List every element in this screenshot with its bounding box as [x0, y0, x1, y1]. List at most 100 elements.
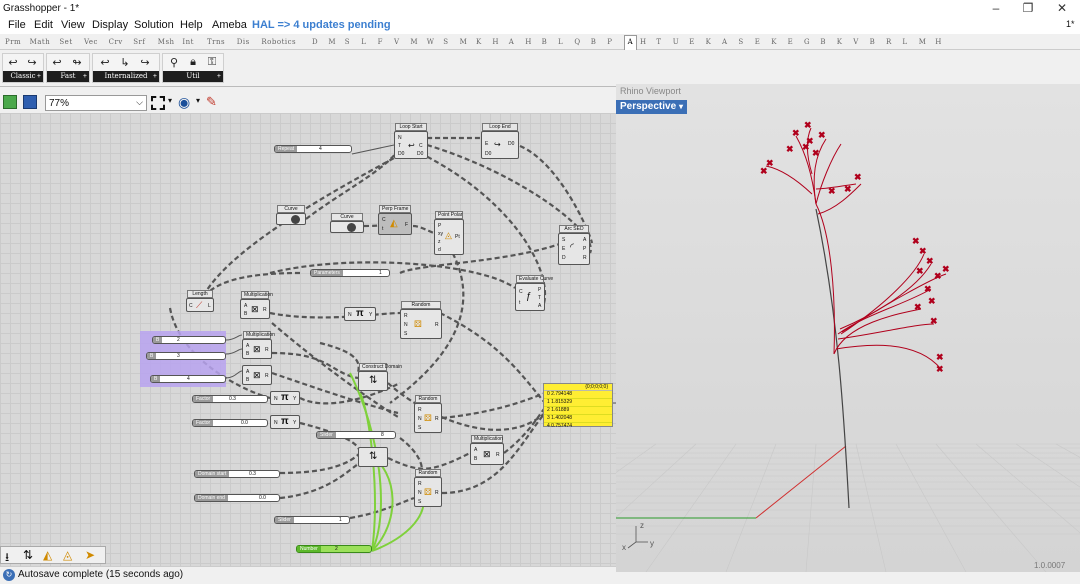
tab-24[interactable]: H [525, 38, 532, 46]
tab-43[interactable]: K [837, 38, 843, 46]
perp-frame-component[interactable]: Perp Frame C t F ◭ [378, 205, 412, 235]
random-component-3[interactable]: Random R N S R ⚄ [414, 469, 442, 507]
save-file-icon[interactable] [23, 95, 37, 109]
tab-4[interactable]: Crv [109, 38, 123, 46]
tab-0[interactable]: Prm [5, 38, 21, 46]
tab-30[interactable]: A [623, 35, 638, 50]
tab-28[interactable]: B [591, 38, 597, 46]
pi-component-3[interactable]: N Y π [270, 415, 300, 429]
eye-icon[interactable]: ◉ [178, 94, 190, 111]
tab-13[interactable]: S [345, 38, 350, 46]
curve-param-1[interactable]: Curve [276, 205, 306, 225]
tab-47[interactable]: L [902, 38, 907, 46]
tab-42[interactable]: B [820, 38, 826, 46]
menu-view[interactable]: View [61, 19, 85, 31]
arrow-icon[interactable]: ➤ [85, 548, 95, 562]
tab-18[interactable]: W [427, 38, 435, 46]
tab-12[interactable]: M [328, 38, 336, 46]
loop-end-icon[interactable]: ↪ [24, 56, 40, 70]
factor-slider-1[interactable]: Factor 0.3 [192, 395, 268, 403]
tab-20[interactable]: M [460, 38, 468, 46]
tab-34[interactable]: E [689, 38, 695, 46]
repeat-slider[interactable]: Repeat 4 [274, 145, 352, 153]
random-component-1[interactable]: Random R N S R ⚄ [400, 301, 442, 339]
tab-27[interactable]: Q [574, 38, 580, 46]
b-slider-3[interactable]: B 4 [150, 375, 226, 383]
tab-38[interactable]: E [755, 38, 761, 46]
tab-44[interactable]: V [853, 38, 859, 46]
number-slider[interactable]: Number 2 [296, 545, 372, 553]
tab-8[interactable]: Trns [207, 38, 225, 46]
tab-45[interactable]: B [870, 38, 876, 46]
internalized-start-icon[interactable]: ↩ [97, 56, 113, 70]
tab-23[interactable]: A [509, 38, 515, 46]
internalized-mid-icon[interactable]: ↳ [117, 56, 133, 70]
tab-21[interactable]: K [476, 38, 482, 46]
internalized-end-icon[interactable]: ↪ [137, 56, 153, 70]
sketch-pen-icon[interactable]: ✎ [206, 94, 217, 110]
tab-14[interactable]: L [361, 38, 366, 46]
lock-icon[interactable]: 🔒︎ [185, 56, 201, 70]
dropdown-icon[interactable]: ▾ [196, 96, 200, 105]
point-icon[interactable]: ◬ [63, 548, 72, 562]
domain-start-slider[interactable]: Domain start 0.3 [194, 470, 280, 478]
length-component[interactable]: Length C L ⟋ [186, 290, 214, 312]
tab-37[interactable]: S [738, 38, 743, 46]
tab-3[interactable]: Vec [84, 38, 98, 46]
b-slider-2[interactable]: B 3 [146, 352, 226, 360]
tab-40[interactable]: E [788, 38, 794, 46]
viewport-tab-perspective[interactable]: Perspective ▾ [616, 100, 687, 114]
tab-19[interactable]: S [443, 38, 448, 46]
dropdown-icon[interactable]: ▾ [168, 96, 172, 105]
construct-domain-component-2[interactable]: ⇅ [358, 447, 388, 467]
minimize-icon[interactable]: – [986, 1, 1006, 15]
tab-48[interactable]: M [919, 38, 927, 46]
construct-domain-component-1[interactable]: Construct Domain ⇅ [358, 363, 402, 391]
expand-icon[interactable]: + [153, 71, 157, 82]
tab-35[interactable]: K [706, 38, 712, 46]
grasshopper-canvas[interactable]: Repeat 4 Parameters 1 B 2 B 3 B 4 Factor… [0, 113, 616, 568]
tab-11[interactable]: D [312, 38, 318, 46]
zoom-select[interactable]: 77% ⌵ [45, 95, 147, 111]
tab-33[interactable]: U [673, 38, 679, 46]
tab-17[interactable]: M [410, 38, 418, 46]
loop-start-icon[interactable]: ↩ [5, 56, 21, 70]
close-icon[interactable]: ✕ [1052, 1, 1072, 15]
tab-16[interactable]: V [394, 38, 400, 46]
domain-end-slider[interactable]: Domain end 0.0 [194, 494, 280, 502]
tab-29[interactable]: P [607, 38, 612, 46]
tab-49[interactable]: H [935, 38, 942, 46]
point-polar-component[interactable]: Point Polar P xy z d Pt ◬ [434, 211, 464, 255]
loop-start-component[interactable]: Loop Start N T D0 C D0 ↩ [394, 123, 428, 159]
fast-end-icon[interactable]: ↬ [69, 56, 85, 70]
tab-6[interactable]: Msh [158, 38, 175, 46]
multiplication-component-1[interactable]: Multiplication A B R ⊠ [240, 291, 273, 319]
frame-icon[interactable]: ◭ [43, 548, 52, 562]
open-file-icon[interactable] [3, 95, 17, 109]
tab-9[interactable]: Dis [237, 38, 250, 46]
tab-15[interactable]: F [378, 38, 383, 46]
multiplication-component-3[interactable]: A B R ⊠ [242, 365, 272, 385]
tab-26[interactable]: L [558, 38, 563, 46]
hal-updates-notice[interactable]: HAL => 4 updates pending [252, 19, 391, 31]
menu-edit[interactable]: Edit [34, 19, 53, 31]
tab-5[interactable]: Srf [133, 38, 145, 46]
tab-2[interactable]: Set [59, 38, 72, 46]
tab-1[interactable]: Math [30, 38, 51, 46]
multiplication-component-2[interactable]: Multiplication A B R ⊠ [242, 331, 275, 359]
parameters-slider[interactable]: Parameters 1 [310, 269, 390, 277]
key-icon[interactable]: ⚿ [204, 56, 220, 70]
menu-ameba[interactable]: Ameba [212, 19, 247, 31]
expand-icon[interactable]: + [217, 71, 221, 82]
tab-46[interactable]: R [886, 38, 892, 46]
pi-component-2[interactable]: N Y π [270, 391, 300, 405]
expand-icon[interactable]: + [83, 71, 87, 82]
menu-file[interactable]: File [8, 19, 26, 31]
tab-25[interactable]: B [542, 38, 548, 46]
rhino-viewport[interactable]: Rhino Viewport Perspective ▾ ✖ ✖ ✖ ✖ ✖ ✖… [616, 84, 1080, 572]
expand-icon[interactable]: + [37, 71, 41, 82]
slider-control[interactable]: Slider 8 [316, 431, 396, 439]
slider-control-2[interactable]: Slider 1 [274, 516, 350, 524]
tab-36[interactable]: A [722, 38, 728, 46]
tab-39[interactable]: K [771, 38, 777, 46]
